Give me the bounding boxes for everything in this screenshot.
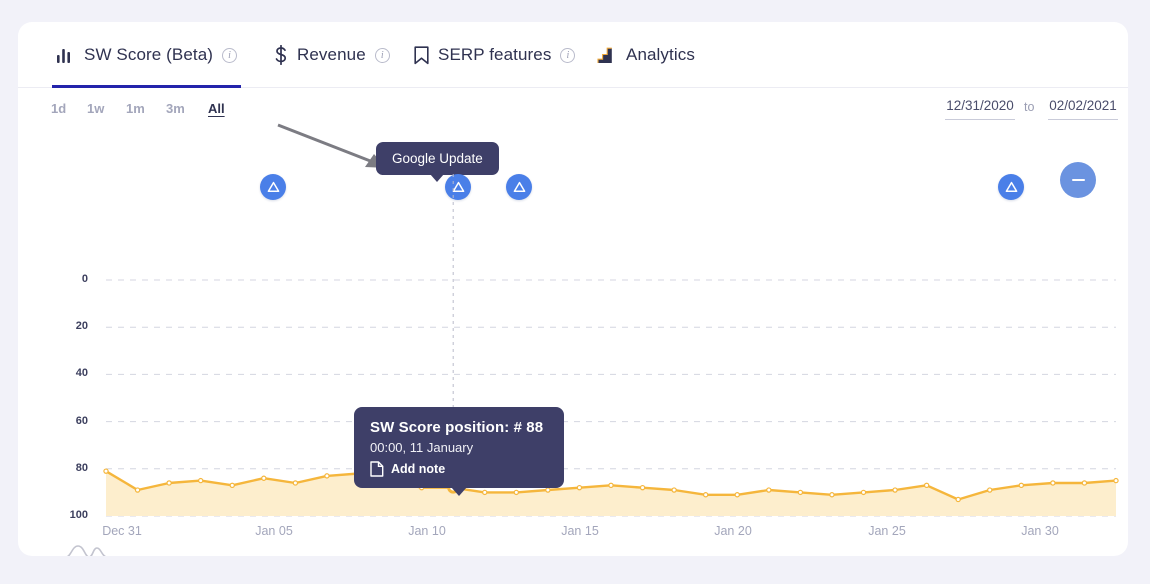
x-axis-tick-label: Jan 20	[714, 524, 752, 538]
range-button-1d[interactable]: 1d	[51, 101, 66, 116]
tooltip-timestamp: 00:00, 11 January	[370, 440, 548, 455]
range-button-1w[interactable]: 1w	[87, 101, 104, 116]
tooltip-title: SW Score position: # 88	[370, 419, 548, 436]
date-until-input[interactable]: 02/02/2021	[1048, 98, 1118, 120]
x-axis-tick-label: Jan 25	[868, 524, 906, 538]
chart-minimap[interactable]	[54, 540, 116, 556]
note-page-icon	[370, 461, 384, 477]
tab-sw-score[interactable]: SW Score (Beta) i	[52, 22, 241, 88]
info-icon[interactable]: i	[222, 48, 237, 63]
bar-chart-icon	[56, 47, 75, 64]
tab-bar: SW Score (Beta) i Revenue i SERP feature…	[18, 22, 1128, 88]
bookmark-icon	[414, 46, 429, 65]
range-button-1m[interactable]: 1m	[126, 101, 145, 116]
tab-label: SERP features	[438, 45, 551, 65]
tab-label: Analytics	[626, 45, 695, 65]
x-axis-tick-label: Jan 30	[1021, 524, 1059, 538]
x-axis-tick-label: Jan 10	[408, 524, 446, 538]
tab-label: Revenue	[297, 45, 366, 65]
chart-area: 0 20 40 60 80 100 Dec 31 Jan 05 Jan 10 Jan 15 Jan…	[18, 136, 1128, 556]
tab-analytics[interactable]: Analytics	[593, 22, 699, 88]
date-range-separator: to	[1024, 100, 1034, 114]
range-controls-row: 1d 1w 1m 3m All 12/31/2020 to 02/02/2021	[18, 88, 1128, 136]
info-icon[interactable]: i	[560, 48, 575, 63]
datapoint-tooltip: SW Score position: # 88 00:00, 11 Januar…	[354, 407, 564, 488]
range-button-all[interactable]: All	[208, 101, 225, 116]
range-button-3m[interactable]: 3m	[166, 101, 185, 116]
dollar-icon	[274, 45, 288, 65]
y-axis-tick-label: 20	[54, 320, 88, 332]
add-note-label: Add note	[391, 462, 445, 476]
tab-label: SW Score (Beta)	[84, 45, 213, 65]
chart-plot[interactable]	[18, 136, 1128, 556]
y-axis-tick-label: 60	[54, 415, 88, 427]
analytics-icon	[597, 47, 617, 64]
y-axis-tick-label: 40	[54, 367, 88, 379]
chart-card: SW Score (Beta) i Revenue i SERP feature…	[18, 22, 1128, 556]
x-axis-tick-label: Jan 05	[255, 524, 293, 538]
info-icon[interactable]: i	[375, 48, 390, 63]
tab-revenue[interactable]: Revenue i	[270, 22, 394, 88]
date-from-input[interactable]: 12/31/2020	[945, 98, 1015, 120]
tab-serp-features[interactable]: SERP features i	[410, 22, 579, 88]
y-axis-tick-label: 0	[54, 273, 88, 285]
x-axis-tick-label: Dec 31	[102, 524, 142, 538]
y-axis-tick-label: 100	[54, 509, 88, 521]
x-axis-tick-label: Jan 15	[561, 524, 599, 538]
y-axis-tick-label: 80	[54, 462, 88, 474]
add-note-button[interactable]: Add note	[370, 461, 548, 477]
